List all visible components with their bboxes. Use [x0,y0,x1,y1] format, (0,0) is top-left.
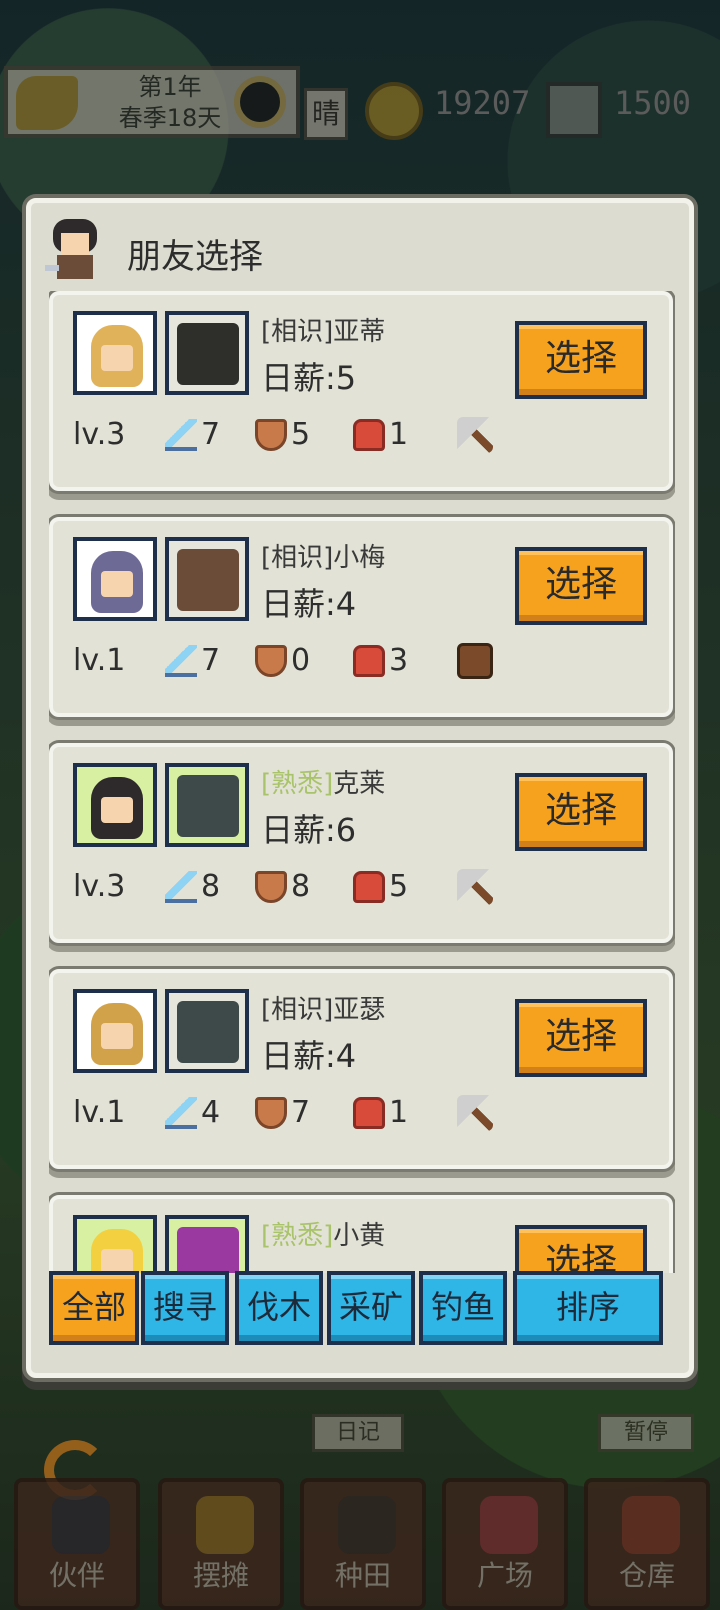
friend-card: [熟悉]小黄 选择 [49,1195,673,1273]
fast-forward-skill-icon [177,775,239,837]
friend-card: [熟悉]克莱 日薪:6 选择 lv.3 8 8 5 [49,743,673,943]
friend-portrait [73,311,157,395]
friend-name: [熟悉]克莱 [261,769,386,799]
select-button[interactable]: 选择 [515,999,647,1077]
filter-logging-tab[interactable]: 伐木 [235,1271,323,1345]
sword-icon [165,644,197,677]
friend-name: [熟悉]小黄 [261,1221,386,1251]
friend-stats: lv.3 8 8 5 [73,869,633,909]
friend-wage: 日薪:5 [261,359,357,397]
filter-mining-tab[interactable]: 采矿 [327,1271,415,1345]
potion-icon [353,644,385,677]
friend-list[interactable]: [相识]亚蒂 日薪:5 选择 lv.3 7 5 1 [相识]小梅 日薪:4 选择 [49,291,675,1273]
friend-portrait [73,989,157,1073]
sword-icon [165,1096,197,1129]
skill-badge [165,1215,249,1273]
friend-stats: lv.3 7 5 1 [73,417,633,457]
potion-icon [353,418,385,451]
level-label: lv.3 [73,417,126,452]
axe-icon [457,417,493,453]
filter-bar: 全部 搜寻 伐木 采矿 钓鱼 排序 [49,1267,675,1351]
friend-wage: 日薪:4 [261,1037,357,1075]
friend-card: [相识]亚蒂 日薪:5 选择 lv.3 7 5 1 [49,291,673,491]
friend-portrait [73,1215,157,1273]
friend-card: [相识]小梅 日薪:4 选择 lv.1 7 0 3 [49,517,673,717]
shield-icon [255,870,287,903]
shield-icon [255,644,287,677]
skill-badge [165,311,249,395]
sword-icon [165,418,197,451]
friend-name: [相识]亚蒂 [261,317,386,347]
friend-name: [相识]亚瑟 [261,995,386,1025]
select-button[interactable]: 选择 [515,547,647,625]
shield-icon [255,418,287,451]
sort-button[interactable]: 排序 [513,1271,663,1345]
shadow-skill-icon [177,323,239,385]
friend-portrait [73,537,157,621]
potion-icon [353,870,385,903]
friend-stats: lv.1 7 0 3 [73,643,633,683]
friend-name: [相识]小梅 [261,543,386,573]
cooking-pot-icon [177,549,239,611]
level-label: lv.1 [73,643,126,678]
shield-icon [255,1096,287,1129]
dialog-header: 朋友选择 [43,213,683,289]
friend-stats: lv.1 4 7 1 [73,1095,633,1135]
player-avatar-icon [45,219,97,279]
skill-badge [165,537,249,621]
skill-badge [165,989,249,1073]
level-label: lv.1 [73,1095,126,1130]
dialog-title: 朋友选择 [127,237,263,277]
level-label: lv.3 [73,869,126,904]
bag-icon [457,643,493,679]
potion-icon [353,1096,385,1129]
filter-search-tab[interactable]: 搜寻 [141,1271,229,1345]
friend-wage: 日薪:6 [261,811,357,849]
select-button[interactable]: 选择 [515,321,647,399]
filter-all-tab[interactable]: 全部 [49,1271,139,1345]
friend-select-dialog: 朋友选择 [相识]亚蒂 日薪:5 选择 lv.3 7 5 1 [相识]小梅 日薪… [26,198,694,1378]
friend-card: [相识]亚瑟 日薪:4 选择 lv.1 4 7 1 [49,969,673,1169]
axe-icon [457,869,493,905]
sword-icon [165,870,197,903]
skill-badge [165,763,249,847]
shield-skill-icon [177,1001,239,1063]
friend-portrait [73,763,157,847]
select-button[interactable]: 选择 [515,1225,647,1273]
filter-fishing-tab[interactable]: 钓鱼 [419,1271,507,1345]
select-button[interactable]: 选择 [515,773,647,851]
friend-wage: 日薪:4 [261,585,357,623]
axe-icon [457,1095,493,1131]
